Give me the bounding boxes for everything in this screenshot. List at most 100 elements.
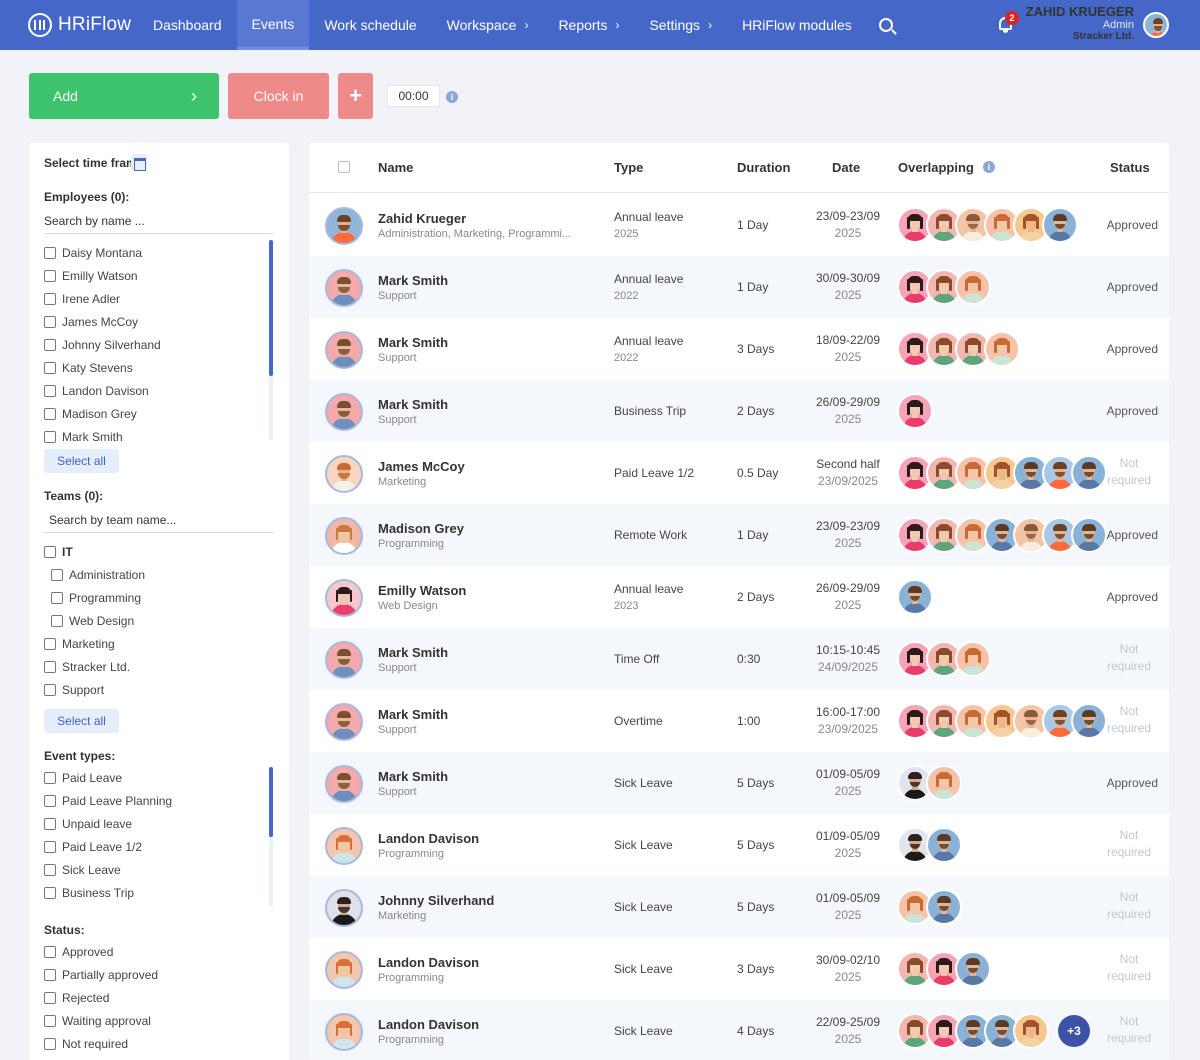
- checkbox[interactable]: [44, 270, 56, 282]
- checkbox[interactable]: [44, 1038, 56, 1050]
- status-filter-item[interactable]: Partially approved: [44, 967, 158, 983]
- employee-filter-item[interactable]: Mark Smith: [44, 429, 123, 445]
- user-menu[interactable]: ZAHID KRUEGER Admin Stracker Ltd.: [1026, 4, 1134, 43]
- checkbox[interactable]: [44, 684, 56, 696]
- team-filter-item[interactable]: Administration: [51, 567, 145, 583]
- event-type-filter-item[interactable]: Business Trip: [44, 885, 134, 901]
- checkbox[interactable]: [44, 316, 56, 328]
- search-icon[interactable]: [878, 18, 893, 32]
- team-filter-item[interactable]: IT: [44, 544, 73, 560]
- checkbox[interactable]: [44, 247, 56, 259]
- user-avatar[interactable]: [1143, 12, 1169, 38]
- table-row[interactable]: Landon Davison Programming Sick Leave 3 Day…: [309, 938, 1169, 1000]
- column-header-status[interactable]: Status: [1110, 160, 1150, 175]
- checkbox[interactable]: [44, 293, 56, 305]
- nav-item-hriflow-modules[interactable]: HRiFlow modules: [727, 0, 867, 50]
- app-logo[interactable]: HRiFlow: [28, 13, 138, 37]
- overlap-avatar[interactable]: [897, 393, 933, 429]
- nav-item-events[interactable]: Events: [236, 0, 310, 50]
- column-header-name[interactable]: Name: [378, 160, 413, 175]
- checkbox[interactable]: [44, 887, 56, 899]
- table-row[interactable]: Mark Smith Support Overtime 1:00 16:00-17:00…: [309, 690, 1169, 752]
- employee-avatar[interactable]: [325, 827, 363, 865]
- employee-avatar[interactable]: [325, 641, 363, 679]
- checkbox[interactable]: [44, 795, 56, 807]
- employee-name[interactable]: Johnny Silverhand: [378, 893, 494, 908]
- overlap-avatar[interactable]: [955, 641, 991, 677]
- employee-avatar[interactable]: [325, 269, 363, 307]
- employee-avatar[interactable]: [325, 331, 363, 369]
- select-all-employees-button[interactable]: Select all: [44, 449, 119, 473]
- checkbox[interactable]: [44, 946, 56, 958]
- overlap-avatar[interactable]: [926, 827, 962, 863]
- table-row[interactable]: Mark Smith Support Annual leave 2022 1 Day 30…: [309, 256, 1169, 318]
- team-filter-item[interactable]: Programming: [51, 590, 141, 606]
- table-row[interactable]: Emilly Watson Web Design Annual leave 2023 2…: [309, 566, 1169, 628]
- table-row[interactable]: Johnny Silverhand Marketing Sick Leave 5 Da…: [309, 876, 1169, 938]
- checkbox[interactable]: [44, 661, 56, 673]
- nav-item-dashboard[interactable]: Dashboard: [138, 0, 237, 50]
- nav-item-work-schedule[interactable]: Work schedule: [309, 0, 431, 50]
- overlap-avatar[interactable]: [984, 331, 1020, 367]
- checkbox[interactable]: [44, 772, 56, 784]
- event-type-filter-item[interactable]: Paid Leave: [44, 770, 122, 786]
- table-row[interactable]: James McCoy Marketing Paid Leave 1/2 0.5 Da…: [309, 442, 1169, 504]
- checkbox[interactable]: [44, 546, 56, 558]
- employee-avatar[interactable]: [325, 455, 363, 493]
- table-row[interactable]: Landon Davison Programming Sick Leave 4 Day…: [309, 1000, 1169, 1060]
- employee-filter-item[interactable]: Landon Davison: [44, 383, 149, 399]
- checkbox[interactable]: [44, 431, 56, 443]
- employee-name[interactable]: Mark Smith: [378, 397, 448, 412]
- employee-filter-item[interactable]: Daisy Montana: [44, 245, 142, 261]
- employee-name[interactable]: Mark Smith: [378, 335, 448, 350]
- team-search-input[interactable]: Search by team name...: [44, 508, 274, 533]
- team-filter-item[interactable]: Support: [44, 682, 104, 698]
- event-type-filter-item[interactable]: Paid Leave Planning: [44, 793, 172, 809]
- checkbox[interactable]: [44, 992, 56, 1004]
- checkbox[interactable]: [51, 569, 63, 581]
- overlap-avatar[interactable]: [955, 269, 991, 305]
- employee-name[interactable]: Mark Smith: [378, 645, 448, 660]
- employee-avatar[interactable]: [325, 703, 363, 741]
- team-filter-item[interactable]: Web Design: [51, 613, 134, 629]
- employee-name[interactable]: Mark Smith: [378, 273, 448, 288]
- employee-filter-item[interactable]: Katy Stevens: [44, 360, 133, 376]
- nav-item-reports[interactable]: Reports ›: [543, 0, 634, 50]
- employee-name[interactable]: Emilly Watson: [378, 583, 466, 598]
- employee-filter-item[interactable]: Johnny Silverhand: [44, 337, 161, 353]
- employee-filter-item[interactable]: James McCoy: [44, 314, 138, 330]
- status-filter-item[interactable]: Waiting approval: [44, 1013, 151, 1029]
- nav-item-workspace[interactable]: Workspace ›: [432, 0, 544, 50]
- employee-name[interactable]: Madison Grey: [378, 521, 464, 536]
- overlap-avatar[interactable]: [955, 951, 991, 987]
- event-types-scrollbar[interactable]: [269, 767, 273, 907]
- employee-avatar[interactable]: [325, 1013, 363, 1051]
- column-header-type[interactable]: Type: [614, 160, 643, 175]
- team-filter-item[interactable]: Marketing: [44, 636, 115, 652]
- select-all-teams-button[interactable]: Select all: [44, 709, 119, 733]
- table-row[interactable]: Mark Smith Support Business Trip 2 Days 26/0…: [309, 380, 1169, 442]
- checkbox[interactable]: [44, 339, 56, 351]
- employee-avatar[interactable]: [325, 517, 363, 555]
- table-row[interactable]: Mark Smith Support Time Off 0:30 10:15-10:45…: [309, 628, 1169, 690]
- status-filter-item[interactable]: Approved: [44, 944, 113, 960]
- table-row[interactable]: Madison Grey Programming Remote Work 1 Day 2…: [309, 504, 1169, 566]
- employee-name[interactable]: Mark Smith: [378, 769, 448, 784]
- checkbox[interactable]: [44, 385, 56, 397]
- event-type-filter-item[interactable]: Unpaid leave: [44, 816, 132, 832]
- employee-avatar[interactable]: [325, 393, 363, 431]
- employee-search-input[interactable]: Search by name ...: [44, 209, 274, 234]
- checkbox[interactable]: [44, 638, 56, 650]
- select-all-rows-checkbox[interactable]: [338, 161, 350, 173]
- employee-name[interactable]: James McCoy: [378, 459, 465, 474]
- checkbox[interactable]: [44, 864, 56, 876]
- status-filter-item[interactable]: Not required: [44, 1036, 128, 1052]
- checkbox[interactable]: [44, 818, 56, 830]
- overlap-avatar[interactable]: [897, 579, 933, 615]
- add-button[interactable]: Add ›: [29, 73, 219, 119]
- checkbox[interactable]: [51, 615, 63, 627]
- employee-name[interactable]: Landon Davison: [378, 831, 479, 846]
- employee-name[interactable]: Zahid Krueger: [378, 211, 466, 226]
- employee-name[interactable]: Landon Davison: [378, 1017, 479, 1032]
- calendar-icon[interactable]: [131, 154, 147, 171]
